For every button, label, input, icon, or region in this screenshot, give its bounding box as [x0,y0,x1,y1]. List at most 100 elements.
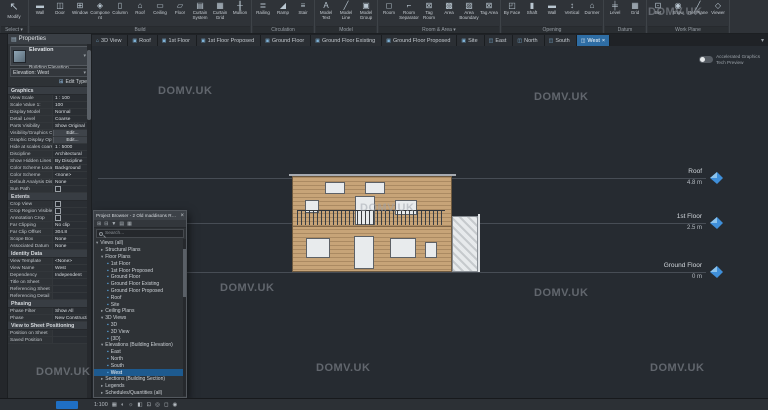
accelerated-graphics-toggle[interactable]: Accelerated Graphics Tech Preview [699,54,760,65]
ribbon-button[interactable]: ▭ Ceiling [150,0,170,15]
chevron-down-icon[interactable]: ▾ [83,53,86,59]
section-header[interactable]: Graphics [8,87,91,95]
view-tab[interactable]: ▣ 1st Floor [158,35,197,46]
tree-item[interactable]: ▾ 3D Views [94,315,186,322]
scale-indicator[interactable]: 1:100 [94,402,108,408]
property-value[interactable]: New Construction [53,315,91,321]
tree-item[interactable]: ▪ Ground Floor Proposed [94,288,186,295]
view-tab[interactable]: ◫ West × [577,35,610,46]
ribbon-button[interactable]: ◰ By Face [502,0,522,15]
tree-item[interactable]: ▪ {3D} [94,335,186,342]
view-tab[interactable]: ▣ Ground Floor Existing [311,35,382,46]
tree-item[interactable]: ▪ South [94,362,186,369]
ribbon-group-name[interactable]: Opening [502,26,602,33]
view-tab[interactable]: ◫ North [513,35,544,46]
property-value[interactable] [53,286,91,292]
tree-item[interactable]: ▸ Ceiling Plans [94,308,186,315]
ribbon-button[interactable]: ▦ Curtain Grid [210,0,230,20]
tree-item[interactable]: ▪ North [94,356,186,363]
property-value[interactable] [53,201,91,207]
view-tab[interactable]: ▣ 1st Floor Proposed [197,35,261,46]
property-value[interactable]: <none> [53,172,91,178]
crop-view-icon[interactable]: ⊡ [147,402,152,408]
property-value[interactable] [53,337,91,343]
show-crop-icon[interactable]: ◎ [155,402,160,408]
toggle-switch-icon[interactable] [699,56,713,63]
property-value[interactable] [53,293,91,299]
skylight-window-1[interactable] [325,182,345,194]
property-value[interactable]: None [53,243,91,249]
property-value[interactable]: Normal [53,109,91,115]
ribbon-button[interactable]: ▬ Wall [30,0,50,15]
temporary-hide-isolate-icon[interactable]: ◻ [164,402,169,408]
browser-settings-icon[interactable]: ▦ [127,221,132,227]
tree-item[interactable]: ▪ Ground Floor [94,274,186,281]
entry-door[interactable] [354,236,374,269]
property-value[interactable] [53,279,91,285]
ribbon-button[interactable]: ⌂ Dormer [582,0,602,15]
property-value[interactable]: Edit... [53,130,91,136]
view-tab[interactable]: ▣ Ground Floor Proposed [382,35,457,46]
property-value[interactable] [53,330,91,336]
tree-item[interactable]: ▪ Building Data [94,396,186,397]
tree-item[interactable]: ▪ Ground Floor Existing [94,281,186,288]
property-value[interactable]: None [53,236,91,242]
tree-item[interactable]: ▾ Views (all) [94,240,186,247]
property-value[interactable]: 1 : 100 [53,95,91,101]
drawing-canvas[interactable]: Roof 4.8 m 1st Floor 2.5 m [92,46,768,398]
lower-window-3[interactable] [425,242,437,258]
tree-item[interactable]: ▪ East [94,349,186,356]
level-elevation[interactable]: 0 m [692,274,702,280]
property-value[interactable]: Edit... [53,137,91,143]
ribbon-button[interactable]: ⌂ Roof [130,0,150,15]
property-value[interactable] [53,215,91,221]
tree-item[interactable]: ▪ Roof [94,294,186,301]
ribbon-button[interactable]: ◫ Door [50,0,70,15]
ribbon-button[interactable]: A Model Text [316,0,336,20]
section-header[interactable]: View to Sheet Positioning [8,322,91,330]
lower-window-1[interactable] [306,238,330,258]
property-value[interactable]: <None> [53,258,91,264]
ribbon-button[interactable]: ▩ Area [439,0,459,15]
property-value[interactable]: 100 [53,102,91,108]
view-tab[interactable]: ◫ East [485,35,514,46]
sun-path-icon[interactable]: ☼ [128,402,133,408]
ribbon-button[interactable]: ▨ Area Boundary [459,0,479,20]
ribbon-button[interactable]: ▱ Floor [170,0,190,15]
level-name[interactable]: Roof [688,168,702,175]
level-marker-icon[interactable] [709,171,724,185]
ribbon-group-name[interactable]: Model [316,26,376,33]
tree-item[interactable]: ▾ Floor Plans [94,254,186,261]
ribbon-button[interactable]: ▮ Shaft [522,0,542,15]
ribbon-button[interactable]: ≡ Stair [293,0,313,15]
instance-selector[interactable]: Elevation: West ▾ [10,68,89,77]
detail-level-icon[interactable]: ▦ [112,402,117,408]
close-icon[interactable]: × [180,213,184,219]
property-value[interactable] [53,208,91,214]
view-tab[interactable]: ⌂ 3D View [92,35,128,46]
properties-scrollbar[interactable] [87,44,91,398]
tree-item[interactable]: ▪ 1st Floor Proposed [94,267,186,274]
ribbon-button[interactable]: ▣ Model Group [356,0,376,20]
tree-item[interactable]: ▪ 3D View [94,328,186,335]
ribbon-group-name[interactable]: Circulation [253,26,313,33]
collapse-all-icon[interactable]: ⊟ [104,221,108,227]
scrollbar-thumb[interactable] [87,50,91,120]
exterior-stairs[interactable] [452,216,478,272]
section-header[interactable]: Identity Data [8,250,91,258]
tree-item[interactable]: ▪ Site [94,301,186,308]
browser-scrollbar[interactable] [183,239,186,396]
property-value[interactable]: West [53,265,91,271]
tree-item[interactable]: ▸ Structural Plans [94,247,186,254]
ribbon-group-name[interactable]: Room & Area ▾ [379,26,499,33]
property-value[interactable]: 1 : 5000 [53,144,91,150]
ribbon-button[interactable]: ▬ Wall [542,0,562,15]
ribbon-group-name[interactable]: Select ▾ [1,26,27,33]
property-value[interactable]: Show All [53,308,91,314]
ribbon-button[interactable]: ▦ Grid [625,0,645,15]
property-value[interactable]: Coarse [53,116,91,122]
tree-item[interactable]: ▸ Sections (Building Section) [94,376,186,383]
ribbon-button[interactable]: ⊠ Tag Room [419,0,439,20]
tree-item[interactable]: ▸ Legends [94,383,186,390]
list-view-icon[interactable]: ▤ [119,221,124,227]
